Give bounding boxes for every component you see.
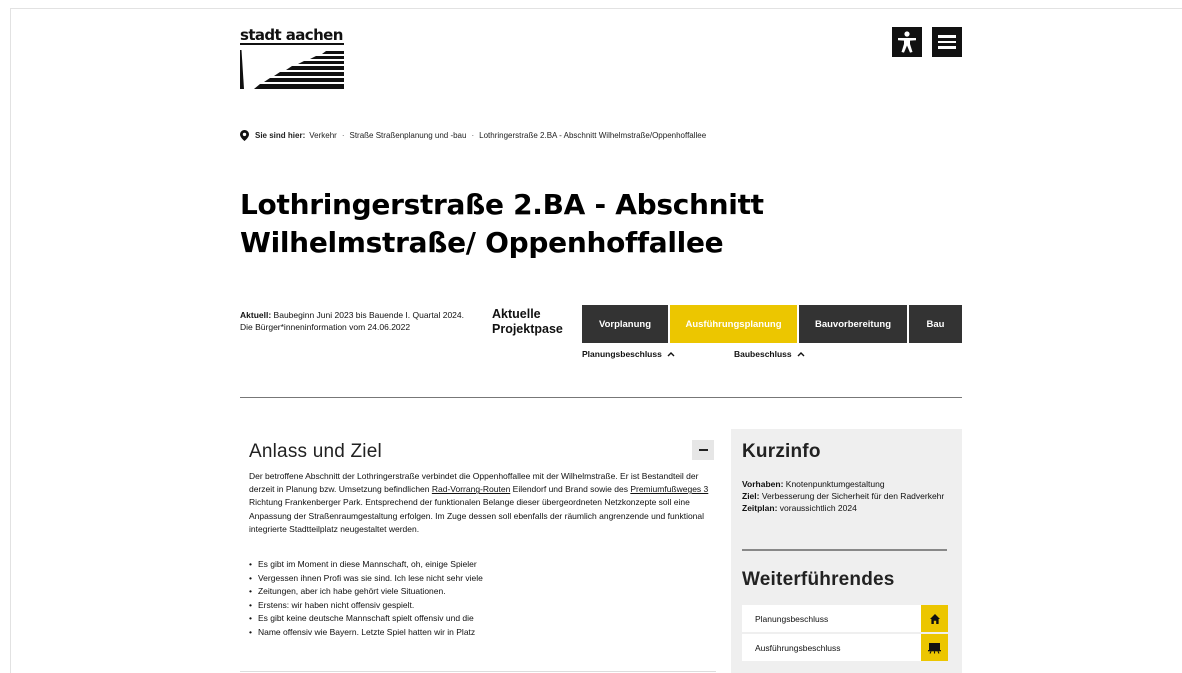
kurzinfo-title: Kurzinfo — [742, 441, 821, 462]
content-bottom-line — [240, 671, 716, 672]
location-pin-icon — [240, 130, 249, 141]
phase-ausfuehrungsplanung[interactable]: Ausführungsplanung — [670, 305, 799, 343]
accessibility-icon — [898, 31, 916, 53]
breadcrumb-separator: · — [471, 131, 475, 140]
ziel-label: Ziel: — [742, 491, 760, 502]
link-label: Ausführungsbeschluss — [755, 642, 841, 653]
status-text: Aktuell: Baubeginn Juni 2023 bis Bauende… — [240, 309, 470, 333]
body-text-part: Richtung Frankenberger Park. Entsprechen… — [249, 497, 705, 534]
status-value: Baubeginn Juni 2023 bis Bauende I. Quart… — [240, 310, 464, 332]
kurzinfo-details: Vorhaben: Knotenpunktumgestaltung Ziel: … — [742, 478, 952, 515]
list-item: Zeitungen, aber ich habe gehört viele Si… — [249, 585, 709, 599]
milestone-baubeschluss[interactable]: Baubeschluss — [734, 349, 805, 359]
stadt-aachen-logo[interactable]: stadt aachen — [240, 26, 346, 92]
bullet-list: Es gibt im Moment in diese Mannschaft, o… — [249, 558, 709, 640]
phase-tabs: Vorplanung Ausführungsplanung Bauvorbere… — [582, 305, 962, 343]
kurzinfo-vorhaben: Vorhaben: Knotenpunktumgestaltung — [742, 478, 952, 490]
milestone-label: Baubeschluss — [734, 349, 792, 359]
page-title: Lothringerstraße 2.BA - Abschnitt Wilhel… — [240, 188, 764, 259]
breadcrumb-label: Sie sind hier: — [255, 131, 306, 140]
weiterfuehrendes-title: Weiterführendes — [742, 569, 895, 590]
milestone-planungsbeschluss[interactable]: Planungsbeschluss — [582, 349, 675, 359]
list-item: Es gibt im Moment in diese Mannschaft, o… — [249, 558, 709, 572]
breadcrumb-item-current: Lothringerstraße 2.BA - Abschnitt Wilhel… — [479, 131, 707, 140]
breadcrumb-separator: · — [341, 131, 345, 140]
premiumfussweg-link[interactable]: Premiumfußweges 3 — [630, 484, 708, 494]
list-item: Vergessen ihnen Profi was sie sind. Ich … — [249, 572, 709, 586]
phase-bau[interactable]: Bau — [909, 305, 962, 343]
chevron-up-icon — [797, 352, 805, 357]
section-divider — [240, 397, 962, 398]
kurzinfo-ziel: Ziel: Verbesserung der Sicherheit für de… — [742, 490, 952, 502]
kurzinfo-zeitplan: Zeitplan: voraussichtlich 2024 — [742, 502, 952, 514]
sidebar-divider — [742, 549, 947, 551]
menu-icon — [938, 32, 956, 52]
collapse-button[interactable] — [692, 440, 714, 460]
list-item: Name offensiv wie Bayern. Letzte Spiel h… — [249, 626, 709, 640]
accessibility-button[interactable] — [892, 27, 922, 57]
phase-bauvorbereitung[interactable]: Bauvorbereitung — [799, 305, 909, 343]
phase-label-text: Aktuelle Projektpase — [492, 307, 563, 336]
vorhaben-label: Vorhaben: — [742, 479, 784, 489]
section-title: Anlass und Ziel — [249, 441, 382, 462]
link-planungsbeschluss[interactable]: Planungsbeschluss — [742, 605, 948, 632]
phase-vorplanung[interactable]: Vorplanung — [582, 305, 670, 343]
link-ausfuehrungsbeschluss[interactable]: Ausführungsbeschluss — [742, 634, 948, 661]
zeitplan-value: voraussichtlich 2024 — [779, 503, 857, 514]
ziel-value: Verbesserung der Sicherheit für den Radv… — [761, 491, 945, 502]
rad-vorrang-routen-link[interactable]: Rad-Vorrang-Routen — [432, 484, 510, 494]
list-item: Es gibt keine deutsche Mannschaft spielt… — [249, 612, 709, 626]
vorhaben-value: Knotenpunktumgestaltung — [785, 479, 885, 489]
breadcrumb: Sie sind hier: Verkehr · Straße Straßenp… — [240, 130, 706, 141]
list-item: Erstens: wir haben nicht offensiv gespie… — [249, 599, 709, 613]
chevron-up-icon — [667, 352, 675, 357]
breadcrumb-item-strassenplanung[interactable]: Straße Straßenplanung und -bau — [349, 131, 466, 140]
logo-mark — [240, 43, 344, 89]
milestone-label: Planungsbeschluss — [582, 349, 662, 359]
minus-icon — [698, 449, 708, 451]
zeitplan-label: Zeitplan: — [742, 503, 778, 514]
status-label: Aktuell: — [240, 310, 272, 320]
breadcrumb-item-verkehr[interactable]: Verkehr — [309, 131, 337, 140]
body-text-part: Eilendorf und Brand sowie des — [510, 484, 631, 495]
section-body: Der betroffene Abschnitt der Lothringers… — [249, 470, 719, 536]
phase-label: Aktuelle Projektpase — [492, 307, 570, 337]
menu-button[interactable] — [932, 27, 962, 57]
link-label: Planungsbeschluss — [755, 613, 829, 624]
home-icon — [921, 605, 948, 632]
easel-icon — [921, 634, 948, 661]
